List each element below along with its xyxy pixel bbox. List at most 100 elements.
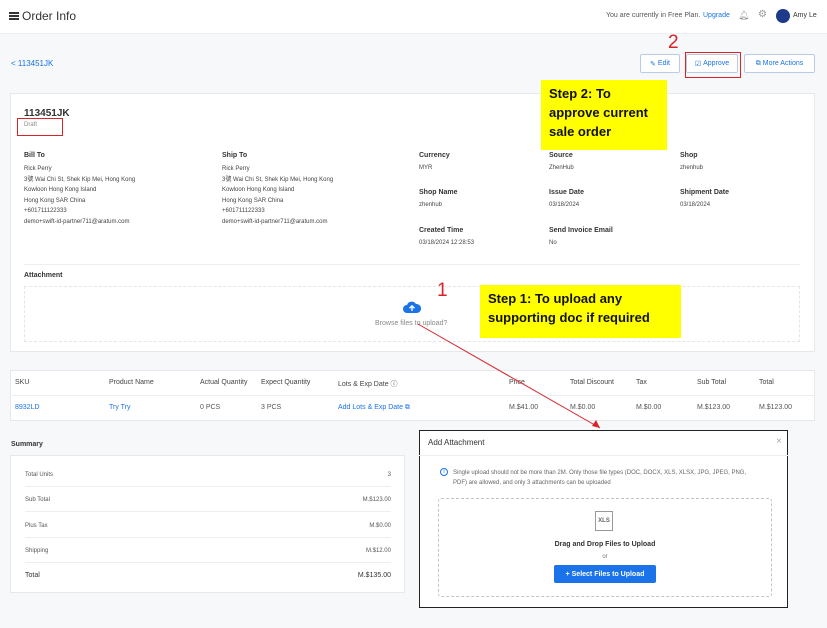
info-icon: i (440, 468, 448, 476)
bill-to-line: Rick Perry (24, 166, 52, 172)
step2-callout: Step 2: To approve current sale order (541, 80, 667, 150)
shipment-date-label: Shipment Date (680, 189, 730, 196)
more-actions-label: More Actions (762, 60, 804, 67)
ship-to-address: Rick Perry 3號 Wai Chi St, Shek Kip Mei, … (222, 164, 402, 227)
issue-date-value: 03/18/2024 (549, 202, 580, 208)
summary-value: M.$12.00 (365, 548, 391, 554)
ship-to-line: 3號 Wai Chi St, Shek Kip Mei, Hong Kong (222, 176, 334, 183)
shipment-date-value: 03/18/2024 (680, 202, 711, 208)
col-header-expect-qty: Expect Quantity (261, 379, 311, 386)
edit-button[interactable]: ✎ Edit (640, 54, 680, 73)
close-icon[interactable]: × (776, 436, 782, 447)
summary-divider (25, 537, 391, 538)
edit-icon: ✎ (650, 60, 656, 68)
select-files-button[interactable]: + Select Files to Upload (554, 565, 656, 583)
summary-divider (25, 486, 391, 487)
shop-value: zhenhub (680, 165, 704, 171)
summary-value: 3 (387, 472, 391, 478)
ship-to-line: Rick Perry (222, 166, 250, 172)
row-actual-qty: 0 PCS (200, 404, 221, 411)
step1-number: 1 (437, 280, 448, 301)
summary-value: M.$0.00 (369, 523, 391, 529)
xls-file-icon: XLS (595, 511, 613, 531)
issue-date-label: Issue Date (549, 189, 585, 196)
row-discount: M.$0.00 (570, 404, 596, 411)
gear-icon[interactable]: ⚙ (758, 9, 767, 20)
more-actions-button[interactable]: ⧉ More Actions (744, 54, 815, 73)
external-icon: ⧉ (755, 59, 761, 67)
col-header-product: Product Name (109, 379, 154, 386)
page-title: Order Info (22, 9, 77, 23)
add-lots-link[interactable]: Add Lots & Exp Date ⧉ (338, 404, 410, 412)
step2-number: 2 (668, 32, 679, 53)
summary-total-value: M.$135.00 (357, 572, 391, 579)
summary-label: Sub Total (25, 497, 50, 503)
cloud-upload-icon[interactable] (403, 300, 421, 314)
col-header-lots: Lots & Exp Date ⓘ (338, 381, 398, 388)
modal-title: Add Attachment (428, 438, 485, 447)
row-expect-qty: 3 PCS (261, 404, 282, 411)
avatar[interactable] (776, 9, 790, 23)
summary-title: Summary (11, 441, 43, 448)
bill-to-label: Bill To (24, 152, 45, 159)
currency-label: Currency (419, 152, 450, 159)
or-text: or (602, 554, 608, 560)
ship-to-line: Kowloon Hong Kong Island (222, 187, 295, 193)
shop-label: Shop (680, 152, 698, 159)
bill-to-line: +601711122333 (24, 208, 67, 214)
back-link[interactable]: < 113451JK (11, 59, 53, 68)
created-time-label: Created Time (419, 227, 464, 234)
modal-divider (419, 455, 788, 456)
upgrade-link[interactable]: Upgrade (703, 12, 730, 19)
shop-name-label: Shop Name (419, 189, 458, 196)
bill-to-line: 3號 Wai Chi St, Shek Kip Mei, Hong Kong (24, 176, 136, 183)
browse-files-text[interactable]: Browse files to upload? (375, 320, 447, 327)
summary-divider (25, 562, 391, 563)
bill-to-line: Hong Kong SAR China (24, 197, 86, 204)
bill-to-line: demo+swift-id-partner711@aratum.com (24, 218, 130, 225)
shop-name-value: zhenhub (419, 202, 443, 208)
currency-value: MYR (419, 165, 433, 171)
ship-to-line: +601711122333 (222, 208, 265, 214)
bill-to-line: Kowloon Hong Kong Island (24, 187, 97, 193)
summary-label: Total Units (25, 472, 54, 478)
ship-to-label: Ship To (222, 152, 248, 159)
summary-value: M.$123.00 (362, 497, 391, 503)
upload-rules-text: Single upload should not be more than 2M… (453, 470, 747, 486)
row-tax: M.$0.00 (636, 404, 662, 411)
step1-callout: Step 1: To upload any supporting doc if … (480, 285, 681, 338)
user-name[interactable]: Amy Le (793, 12, 817, 19)
menu-icon[interactable] (9, 12, 19, 20)
row-sku-link[interactable]: 8932LD (15, 404, 40, 411)
send-invoice-value: No (549, 240, 557, 246)
row-total: M.$123.00 (759, 404, 793, 411)
drag-drop-text: Drag and Drop Files to Upload (554, 541, 656, 548)
bill-to-address: Rick Perry 3號 Wai Chi St, Shek Kip Mei, … (24, 164, 204, 227)
col-header-price: Price (509, 379, 525, 386)
plan-text: You are currently in Free Plan. (606, 12, 701, 19)
bell-icon[interactable]: 🔔︎ (738, 10, 749, 21)
summary-label: Shipping (25, 548, 49, 554)
col-header-actual-qty: Actual Quantity (200, 379, 248, 386)
row-product-link[interactable]: Try Try (109, 404, 131, 411)
approve-highlight-box (685, 52, 741, 78)
row-subtotal: M.$123.00 (697, 404, 731, 411)
col-header-subtotal: Sub Total (697, 379, 727, 386)
source-label: Source (549, 152, 573, 159)
col-header-sku: SKU (15, 379, 30, 386)
table-divider (10, 395, 815, 396)
divider (24, 264, 800, 265)
edit-button-label: Edit (657, 60, 670, 67)
attachment-upload-area[interactable] (24, 286, 800, 342)
send-invoice-label: Send Invoice Email (549, 227, 613, 234)
source-value: ZhenHub (549, 165, 574, 171)
summary-label: Plus Tax (25, 523, 48, 529)
col-header-total: Total (759, 379, 774, 386)
attachment-label: Attachment (24, 272, 63, 279)
col-header-tax: Tax (636, 379, 647, 386)
status-highlight-box (17, 118, 63, 136)
ship-to-line: demo+swift-id-partner711@aratum.com (222, 218, 328, 225)
row-price: M.$41.00 (509, 404, 539, 411)
summary-total-label: Total (25, 572, 40, 579)
col-header-discount: Total Discount (570, 379, 614, 386)
